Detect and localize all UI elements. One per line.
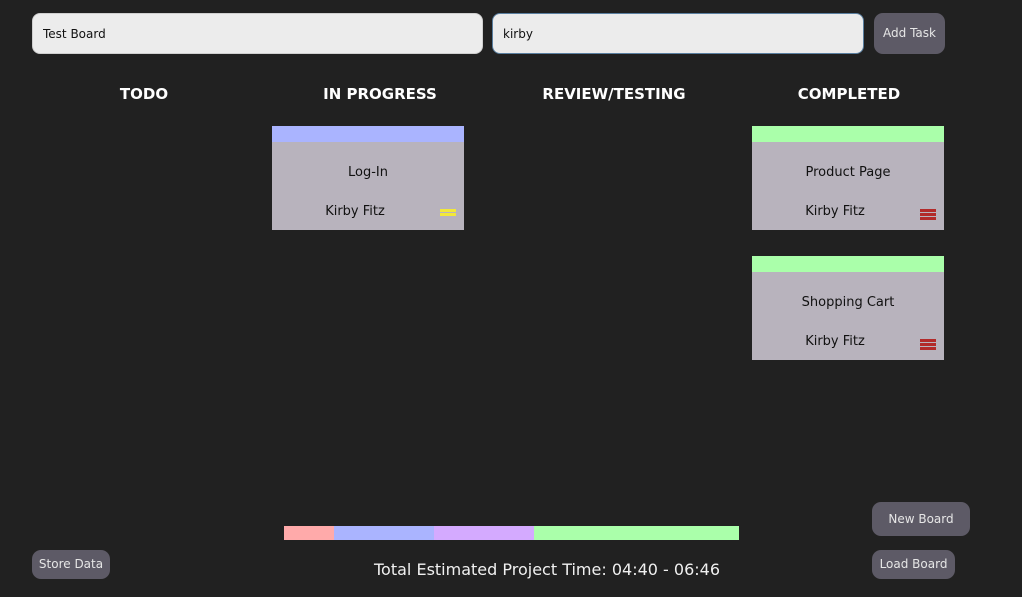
task-assignee: Kirby Fitz [325,204,385,219]
search-input[interactable] [492,13,864,54]
store-data-button[interactable]: Store Data [32,550,110,579]
progress-segment [284,526,335,540]
add-task-button[interactable]: Add Task [874,13,945,54]
task-title: Shopping Cart [801,295,895,310]
progress-segment [334,526,435,540]
task-card[interactable]: Log-In Kirby Fitz [272,126,464,230]
task-title: Product Page [805,165,891,180]
load-board-button[interactable]: Load Board [872,550,955,579]
task-card[interactable]: Product Page Kirby Fitz [752,126,944,230]
column-title-review-testing: REVIEW/TESTING [542,85,686,103]
progress-segment [434,526,535,540]
new-board-button[interactable]: New Board [872,502,970,536]
task-status-strip [272,126,464,142]
priority-icon [440,209,456,217]
task-card[interactable]: Shopping Cart Kirby Fitz [752,256,944,360]
task-status-strip [752,256,944,272]
column-title-completed: COMPLETED [797,85,901,103]
project-progress-bar [284,526,739,540]
progress-segment [534,526,739,540]
column-title-in-progress: IN PROGRESS [323,85,437,103]
column-title-todo: TODO [119,85,169,103]
board-name-input[interactable] [32,13,483,54]
task-assignee: Kirby Fitz [805,334,865,349]
task-status-strip [752,126,944,142]
task-assignee: Kirby Fitz [805,204,865,219]
priority-icon [920,209,936,221]
task-title: Log-In [348,165,388,180]
total-estimated-time: Total Estimated Project Time: 04:40 - 06… [374,560,720,579]
priority-icon [920,339,936,351]
